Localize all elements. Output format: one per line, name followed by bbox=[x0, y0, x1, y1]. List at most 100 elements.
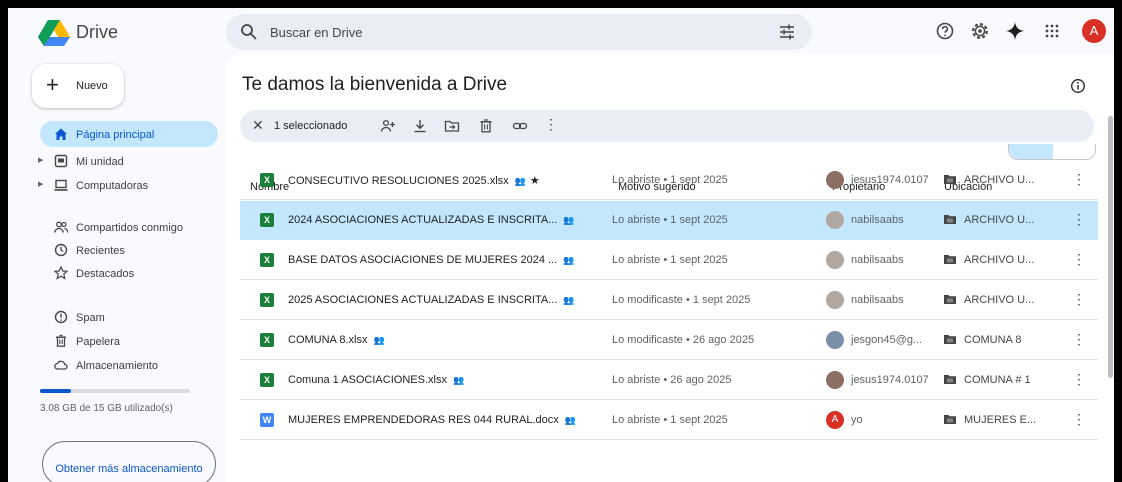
more-options-icon[interactable]: ⋮ bbox=[1072, 411, 1086, 428]
app-name[interactable]: Drive bbox=[76, 22, 118, 43]
trash-icon bbox=[56, 334, 66, 347]
location-name: ARCHIVO U... bbox=[964, 174, 1035, 186]
file-name: Comuna 1 ASOCIACIONES.xlsx bbox=[288, 374, 447, 386]
file-row[interactable]: X Comuna 1 ASOCIACIONES.xlsx 👥 Lo abriste… bbox=[240, 361, 1098, 400]
settings-icon[interactable] bbox=[970, 21, 990, 41]
location-name: MUJERES E... bbox=[964, 414, 1037, 426]
sidebar-item-recent[interactable]: Recientes bbox=[8, 239, 218, 263]
move-to-folder-icon[interactable] bbox=[444, 118, 460, 134]
sidebar-item-label: Compartidos conmigo bbox=[76, 222, 183, 234]
page-title: Te damos la bienvenida a Drive bbox=[242, 74, 508, 95]
sidebar-item-label: Destacados bbox=[76, 268, 135, 280]
sidebar-item-spam[interactable]: Spam bbox=[8, 306, 218, 330]
search-input[interactable] bbox=[270, 22, 730, 42]
drive-logo-icon[interactable] bbox=[38, 20, 70, 46]
download-icon[interactable] bbox=[412, 118, 428, 134]
file-type-icon: W bbox=[260, 413, 274, 427]
computer-icon bbox=[54, 179, 68, 191]
apps-grid-icon[interactable] bbox=[1042, 21, 1062, 41]
file-row[interactable]: X CONSECUTIVO RESOLUCIONES 2025.xlsx 👥 ★ L… bbox=[240, 161, 1098, 200]
file-name-cell[interactable]: MUJERES EMPRENDEDORAS RES 044 RURAL.docx… bbox=[288, 414, 576, 426]
more-options-icon[interactable]: ⋮ bbox=[1072, 251, 1086, 268]
info-icon[interactable] bbox=[1070, 78, 1086, 94]
sidebar-item-starred[interactable]: Destacados bbox=[8, 262, 218, 286]
trash-icon[interactable] bbox=[478, 118, 494, 134]
location-name: ARCHIVO U... bbox=[964, 294, 1035, 306]
sidebar-item-trash[interactable]: Papelera bbox=[8, 330, 218, 354]
expand-arrow-icon[interactable]: ▶ bbox=[38, 156, 43, 164]
more-options-icon[interactable]: ⋮ bbox=[1072, 291, 1086, 308]
more-options-icon[interactable]: ⋮ bbox=[1072, 211, 1086, 228]
account-avatar[interactable]: A bbox=[1082, 19, 1106, 43]
owner-name: jesus1974.0107 bbox=[851, 374, 929, 386]
suggested-reason: Lo modificaste • 26 ago 2025 bbox=[612, 334, 755, 346]
star-icon: ★ bbox=[529, 175, 540, 187]
owner-name: nabilsaabs bbox=[851, 254, 904, 266]
file-type-icon: X bbox=[260, 173, 274, 187]
storage-usage-text: 3.08 GB de 15 GB utilizado(s) bbox=[40, 403, 173, 414]
file-name-cell[interactable]: 2025 ASOCIACIONES ACTUALIZADAS E INSCRIT… bbox=[288, 294, 575, 306]
home-icon bbox=[55, 128, 67, 140]
owner-name: yo bbox=[851, 414, 863, 426]
scrollbar[interactable] bbox=[1108, 116, 1113, 378]
star-icon bbox=[54, 266, 68, 280]
sidebar-item-computers[interactable]: ▶ Computadoras bbox=[8, 174, 218, 198]
file-row[interactable]: X COMUNA 8.xlsx 👥 Lo modificaste • 26 ago… bbox=[240, 321, 1098, 360]
file-name: 2025 ASOCIACIONES ACTUALIZADAS E INSCRIT… bbox=[288, 294, 558, 306]
file-name-cell[interactable]: Comuna 1 ASOCIACIONES.xlsx 👥 bbox=[288, 374, 464, 386]
shared-icon: 👥 bbox=[563, 255, 575, 265]
file-row[interactable]: W MUJERES EMPRENDEDORAS RES 044 RURAL.do… bbox=[240, 401, 1098, 440]
link-icon[interactable] bbox=[512, 118, 528, 134]
sidebar-item-shared[interactable]: Compartidos conmigo bbox=[8, 216, 218, 240]
owner-avatar bbox=[826, 371, 844, 389]
view-toggle-selected[interactable] bbox=[1009, 144, 1053, 159]
owner-avatar bbox=[826, 211, 844, 229]
sidebar-item-label: Recientes bbox=[76, 245, 125, 257]
get-more-storage-button[interactable]: Obtener más almacenamiento bbox=[42, 441, 216, 482]
storage-usage-fill bbox=[40, 389, 71, 393]
sidebar-item-label: Página principal bbox=[76, 129, 155, 141]
owner-avatar: A bbox=[826, 411, 844, 429]
more-options-icon[interactable]: ⋮ bbox=[1072, 331, 1086, 348]
sidebar-item-my-drive[interactable]: ▶ Mi unidad bbox=[8, 150, 218, 174]
folder-icon bbox=[944, 175, 956, 184]
more-options-icon[interactable]: ⋮ bbox=[1072, 171, 1086, 188]
share-icon[interactable] bbox=[380, 118, 396, 134]
file-name-cell[interactable]: COMUNA 8.xlsx 👥 bbox=[288, 334, 385, 346]
drive-window: Drive Buscar en Drive A + Nuevo Página p… bbox=[8, 8, 1114, 482]
search-box[interactable] bbox=[226, 14, 812, 50]
sidebar-item-storage[interactable]: Almacenamiento bbox=[8, 354, 218, 378]
gemini-sparkle-icon[interactable] bbox=[1005, 21, 1025, 41]
shared-icon: 👥 bbox=[452, 375, 465, 385]
location-name: ARCHIVO U... bbox=[964, 214, 1035, 226]
sidebar-item-home[interactable]: Página principal bbox=[40, 121, 218, 147]
file-row[interactable]: X 2025 ASOCIACIONES ACTUALIZADAS E INSCR… bbox=[240, 281, 1098, 320]
view-toggle[interactable] bbox=[1008, 144, 1096, 160]
file-name-cell[interactable]: 2024 ASOCIACIONES ACTUALIZADAS E INSCRIT… bbox=[288, 214, 575, 226]
file-name: MUJERES EMPRENDEDORAS RES 044 RURAL.docx bbox=[288, 414, 559, 426]
shared-icon: 👥 bbox=[373, 335, 385, 345]
file-name-cell[interactable]: CONSECUTIVO RESOLUCIONES 2025.xlsx 👥 ★ bbox=[288, 174, 540, 187]
selection-count: 1 seleccionado bbox=[274, 120, 348, 132]
clear-selection-icon[interactable]: ✕ bbox=[252, 117, 264, 134]
search-icon[interactable] bbox=[240, 23, 258, 41]
owner-name: nabilsaabs bbox=[851, 294, 904, 306]
expand-arrow-icon[interactable]: ▶ bbox=[38, 180, 43, 188]
cloud-icon bbox=[54, 360, 68, 370]
suggested-reason: Lo abriste • 26 ago 2025 bbox=[612, 374, 732, 386]
file-name: BASE DATOS ASOCIACIONES DE MUJERES 2024 … bbox=[288, 254, 558, 266]
drive-icon bbox=[54, 154, 68, 168]
more-options-icon[interactable]: ⋮ bbox=[1072, 371, 1086, 388]
search-options-icon[interactable] bbox=[778, 23, 796, 41]
file-row[interactable]: X BASE DATOS ASOCIACIONES DE MUJERES 202… bbox=[240, 241, 1098, 280]
more-actions-icon[interactable]: ⋮ bbox=[544, 116, 558, 132]
file-name: COMUNA 8.xlsx bbox=[288, 334, 368, 346]
help-icon[interactable] bbox=[935, 21, 955, 41]
folder-icon bbox=[944, 375, 956, 384]
file-row[interactable]: X 2024 ASOCIACIONES ACTUALIZADAS E INSCR… bbox=[240, 201, 1098, 240]
new-button[interactable]: + Nuevo bbox=[32, 64, 124, 108]
file-name-cell[interactable]: BASE DATOS ASOCIACIONES DE MUJERES 2024 … bbox=[288, 254, 574, 266]
main-panel: Te damos la bienvenida a Drive ✕ 1 selec… bbox=[226, 54, 1114, 482]
suggested-reason: Lo abriste • 1 sept 2025 bbox=[612, 254, 728, 266]
folder-icon bbox=[944, 295, 956, 304]
